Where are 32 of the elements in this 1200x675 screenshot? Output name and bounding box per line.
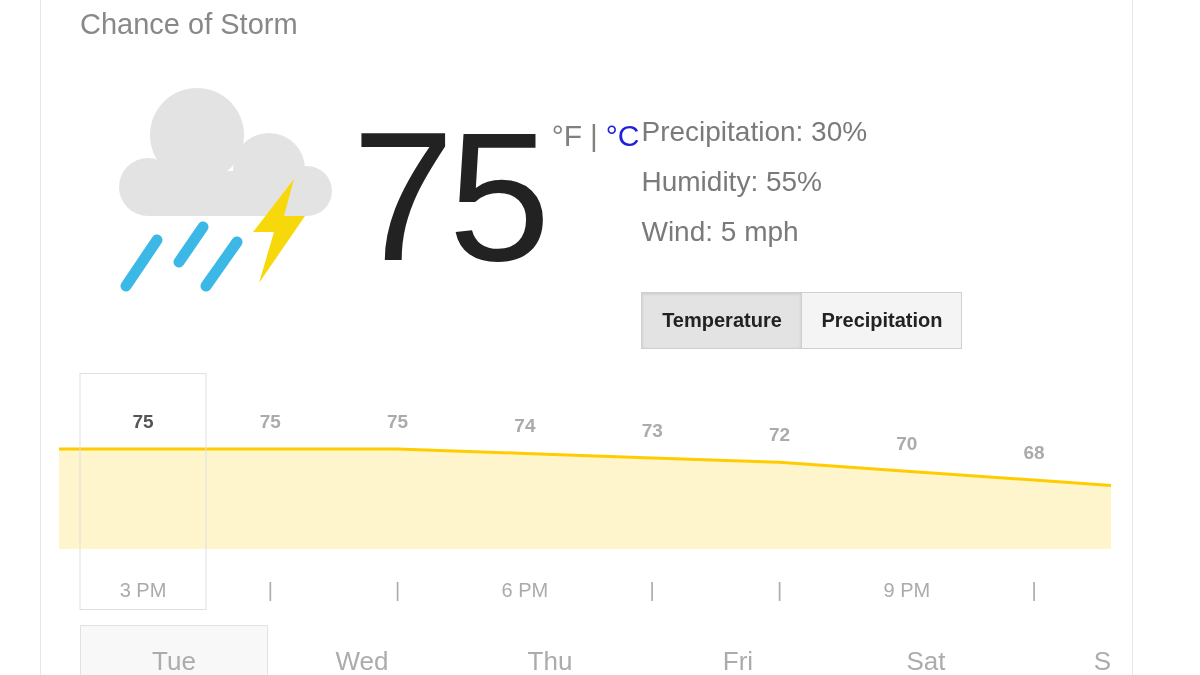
temperature-label: 68 [1023,442,1045,463]
hour-label: 6 PM [501,579,549,601]
temperature-label: 75 [387,411,409,432]
weather-detail: Precipitation: 30% [641,115,868,149]
hour-label: 3 PM [119,579,167,601]
hour-label: 9 PM [883,579,931,601]
temperature-label: 72 [768,424,791,446]
day-tab[interactable]: Thu [456,625,644,675]
temperature-reading: 75 [352,104,545,288]
unit-option[interactable]: °C [605,118,640,154]
day-tab[interactable]: S [1020,625,1112,675]
temperature-label: 75 [132,411,154,432]
hour-label: | [395,579,401,601]
weather-detail: Humidity: 55% [641,165,822,199]
hour-label: | [1031,579,1037,601]
unit-option[interactable]: °F [551,118,582,154]
temperature-label: 70 [896,433,918,455]
chart-tab[interactable]: Precipitation [801,292,963,349]
temperature-label: 74 [514,415,536,437]
hour-label: | [776,579,783,601]
temperature-label: 73 [641,419,663,441]
hour-label: | [267,579,273,601]
hour-label: | [649,579,655,601]
weather-detail: Wind: 5 mph [641,215,799,249]
day-tab[interactable]: Wed [268,625,456,675]
weather-condition: Chance of Storm [80,7,298,41]
day-tab[interactable]: Fri [644,625,832,675]
day-tab[interactable]: Tue [80,625,268,675]
chart-tab[interactable]: Temperature [641,292,803,349]
temperature-label: 75 [259,411,281,432]
day-tab[interactable]: Sat [832,625,1020,675]
unit-separator: | [590,118,598,154]
